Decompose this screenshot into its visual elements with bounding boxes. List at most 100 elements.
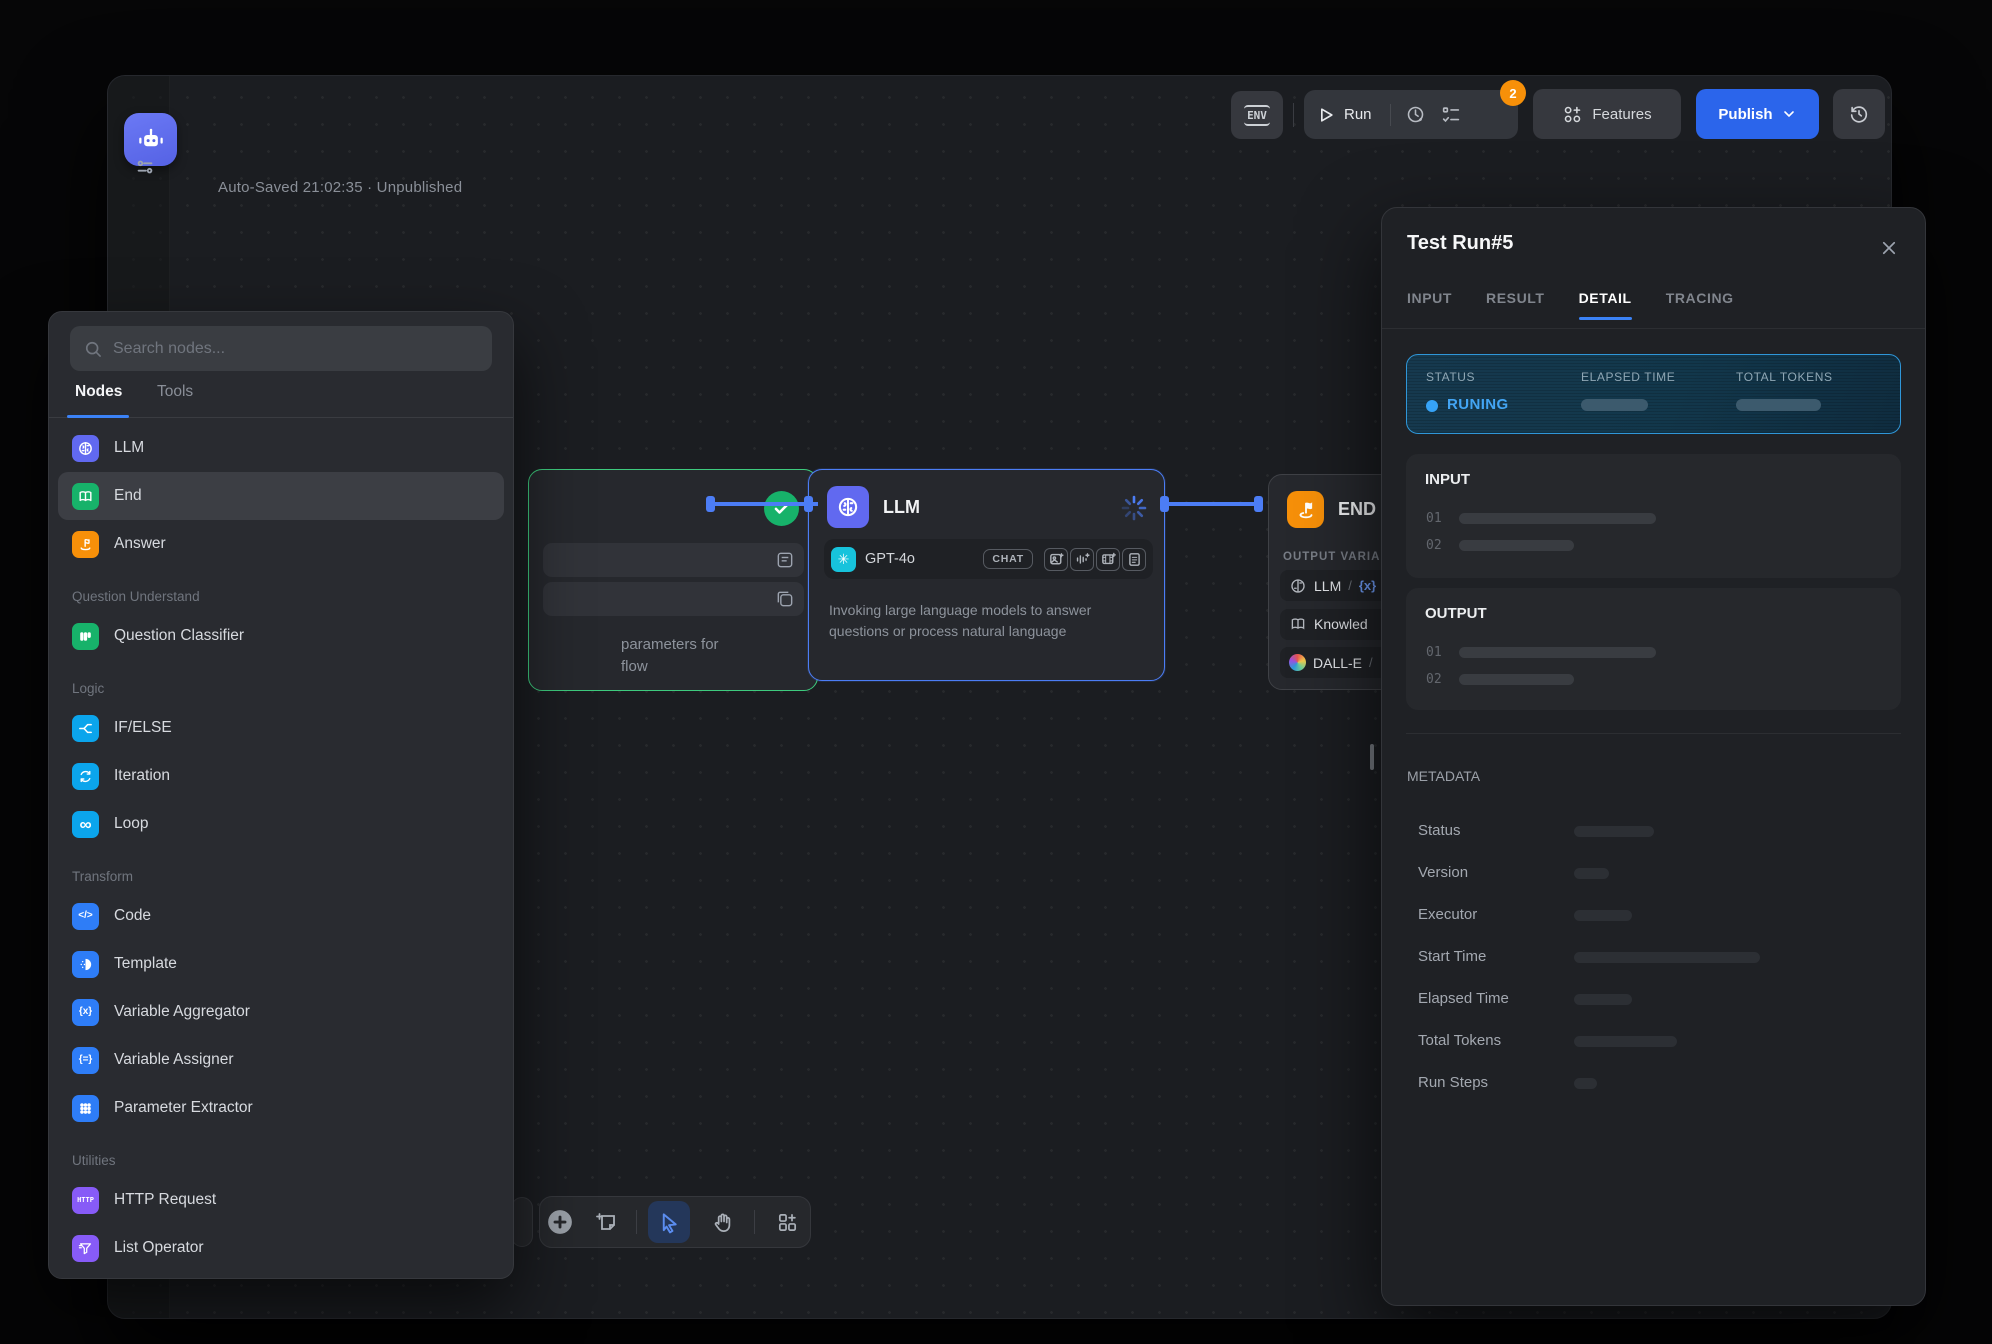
run-tab-result[interactable]: RESULT <box>1486 290 1545 320</box>
llm-brain-icon <box>827 486 869 528</box>
run-tab-detail[interactable]: DETAIL <box>1579 290 1632 320</box>
organize-layout-button[interactable] <box>766 1201 808 1243</box>
infinity-icon: ∞ <box>72 811 99 838</box>
tabs-divider <box>1382 328 1925 329</box>
hand-tool-button[interactable] <box>701 1201 743 1243</box>
node-item-label: List Operator <box>114 1239 204 1257</box>
add-note-button[interactable] <box>589 1201 625 1243</box>
status-dot <box>1426 400 1438 412</box>
features-button[interactable]: Features <box>1533 89 1681 139</box>
node-group-header: Logic <box>58 660 504 704</box>
node-item-code[interactable]: </>Code <box>58 892 504 940</box>
checklist-icon[interactable] <box>1440 104 1462 126</box>
node-item-label: Variable Aggregator <box>114 1003 250 1021</box>
node-item-end[interactable]: End <box>58 472 504 520</box>
run-tab-input[interactable]: INPUT <box>1407 290 1452 320</box>
pointer-tool-button[interactable] <box>648 1201 690 1243</box>
llm-output-handle[interactable] <box>1160 496 1169 512</box>
node-item-label: Template <box>114 955 177 973</box>
elapsed-skeleton <box>1581 399 1648 411</box>
model-selector[interactable]: ✳ GPT-4o CHAT <box>824 539 1153 579</box>
history-button[interactable] <box>1833 89 1885 139</box>
node-group-header: Transform <box>58 848 504 892</box>
cursor-icon <box>658 1211 681 1234</box>
node-item-iteration[interactable]: Iteration <box>58 752 504 800</box>
history-icon <box>1848 103 1870 125</box>
play-icon[interactable] <box>1316 105 1336 125</box>
node-group-header: Utilities <box>58 1132 504 1176</box>
status-card: STATUS ELAPSED TIME TOTAL TOKENS RUNING <box>1406 354 1901 434</box>
search-placeholder: Search nodes... <box>113 340 225 358</box>
start-output-handle[interactable] <box>706 496 715 512</box>
filter-icon <box>72 1235 99 1262</box>
note-icon <box>595 1210 619 1234</box>
start-node-field-row[interactable] <box>543 582 804 616</box>
node-item-if-else[interactable]: IF/ELSE <box>58 704 504 752</box>
llm-node[interactable]: LLM ✳ GPT-4o CHAT Invoking large l <box>808 469 1165 681</box>
node-item-loop[interactable]: ∞Loop <box>58 800 504 848</box>
metadata-row-version: Version <box>1418 854 1901 896</box>
flag-icon <box>72 531 99 558</box>
node-item-label: Iteration <box>114 767 170 785</box>
end-input-handle[interactable] <box>1254 496 1263 512</box>
search-icon <box>83 339 103 359</box>
add-node-button[interactable] <box>542 1201 578 1243</box>
topbar-separator <box>1293 103 1294 127</box>
metadata-row-status: Status <box>1418 812 1901 854</box>
node-item-answer[interactable]: Answer <box>58 520 504 568</box>
node-item-http-request[interactable]: HTTPHTTP Request <box>58 1176 504 1224</box>
nodes-panel: Search nodes... Nodes Tools LLM End Answer… <box>48 311 514 1279</box>
node-item-list-operator[interactable]: List Operator <box>58 1224 504 1272</box>
node-item-template[interactable]: Template <box>58 940 504 988</box>
panel-resize-handle[interactable] <box>1370 744 1374 770</box>
end-flag-icon <box>1287 491 1324 528</box>
input-title: INPUT <box>1425 471 1470 488</box>
doc-capability-icon <box>1122 548 1146 571</box>
canvas-toolbar <box>539 1196 811 1248</box>
timer-icon[interactable] <box>1405 104 1426 125</box>
book-line-icon <box>1289 615 1307 633</box>
io-row-02: 02 <box>1426 672 1574 687</box>
publish-label: Publish <box>1718 106 1772 123</box>
node-item-label: Parameter Extractor <box>114 1099 253 1117</box>
edge-start-llm <box>708 502 818 506</box>
video-capability-icon <box>1096 548 1120 571</box>
node-item-llm[interactable]: LLM <box>58 424 504 472</box>
dots-grid-icon <box>72 1095 99 1122</box>
copy-icon <box>775 589 795 609</box>
status-label: STATUS <box>1426 370 1475 384</box>
search-input[interactable]: Search nodes... <box>70 326 492 371</box>
node-item-parameter-extractor[interactable]: Parameter Extractor <box>58 1084 504 1132</box>
tab-nodes[interactable]: Nodes <box>75 383 122 401</box>
toolbar-overflow-sliver <box>511 1197 533 1247</box>
workflow-settings-icon[interactable] <box>134 156 156 178</box>
start-node-field-row[interactable] <box>543 543 804 577</box>
llm-node-description: Invoking large language models to answer… <box>829 600 1150 642</box>
metadata-title: METADATA <box>1407 768 1480 784</box>
env-button[interactable]: ENV <box>1231 91 1283 139</box>
llm-input-handle[interactable] <box>804 496 813 512</box>
close-button[interactable] <box>1875 234 1903 262</box>
status-value: RUNING <box>1447 396 1509 413</box>
test-run-panel: Test Run#5 INPUT RESULT DETAIL TRACING STAT… <box>1381 207 1926 1306</box>
robot-icon <box>136 125 166 155</box>
vision-capability-icon <box>1044 548 1068 571</box>
publish-button[interactable]: Publish <box>1696 89 1819 139</box>
tab-tools[interactable]: Tools <box>157 383 193 401</box>
run-panel-tabs: INPUT RESULT DETAIL TRACING <box>1407 290 1734 320</box>
http-icon: HTTP <box>72 1187 99 1214</box>
io-row-01: 01 <box>1426 645 1656 660</box>
node-item-label: IF/ELSE <box>114 719 172 737</box>
run-tab-tracing[interactable]: TRACING <box>1666 290 1734 320</box>
value-skeleton <box>1459 647 1656 658</box>
node-item-label: End <box>114 487 142 505</box>
metadata-row-executor: Executor <box>1418 896 1901 938</box>
env-icon: ENV <box>1244 105 1270 126</box>
run-button[interactable]: Run <box>1344 106 1372 123</box>
node-list: LLMEndAnswerQuestion UnderstandQuestion … <box>49 418 513 1278</box>
run-panel-title: Test Run#5 <box>1407 232 1513 255</box>
node-item-variable-aggregator[interactable]: {x}Variable Aggregator <box>58 988 504 1036</box>
node-item-variable-assigner[interactable]: {=}Variable Assigner <box>58 1036 504 1084</box>
node-item-question-classifier[interactable]: Question Classifier <box>58 612 504 660</box>
output-variables-label: OUTPUT VARIA <box>1283 551 1380 563</box>
